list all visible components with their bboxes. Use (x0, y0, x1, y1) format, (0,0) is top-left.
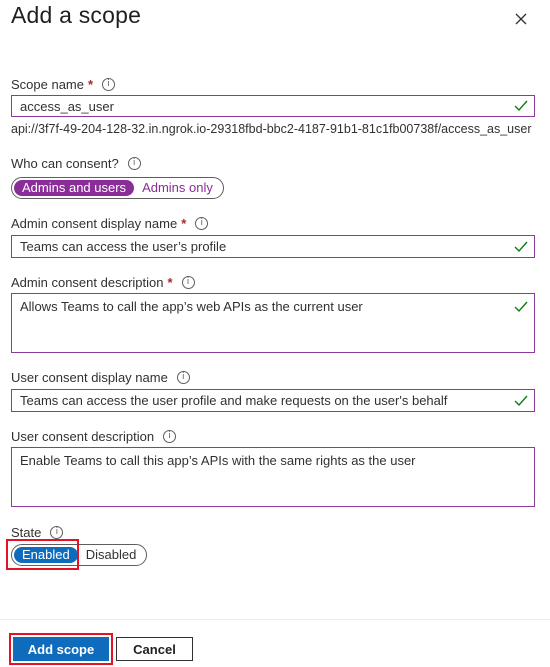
option-enabled[interactable]: Enabled (14, 547, 78, 563)
close-button[interactable] (508, 6, 534, 32)
checkmark-icon (514, 395, 528, 407)
add-scope-panel: Add a scope Scope name * i api://3f7f-49… (0, 0, 550, 667)
info-icon[interactable]: i (102, 78, 116, 91)
user-display-name-input[interactable] (12, 390, 505, 411)
info-icon[interactable]: i (163, 430, 177, 443)
scope-name-label: Scope name * i (11, 77, 116, 92)
info-icon[interactable]: i (176, 371, 190, 384)
required-marker: * (167, 275, 173, 290)
option-admins-only[interactable]: Admins only (134, 180, 221, 196)
checkmark-icon (514, 241, 528, 253)
admin-display-name-field[interactable] (11, 235, 535, 258)
admin-description-textarea[interactable]: Allows Teams to call the app’s web APIs … (12, 294, 505, 351)
footer-divider (0, 619, 550, 620)
checkmark-icon (514, 100, 528, 112)
user-description-field[interactable]: Enable Teams to call this app’s APIs wit… (11, 447, 535, 507)
checkmark-icon (514, 301, 528, 313)
state-toggle: Enabled Disabled (11, 544, 148, 566)
admin-display-name-label: Admin consent display name * i (11, 216, 209, 231)
close-icon (515, 13, 527, 25)
info-icon[interactable]: i (181, 276, 195, 289)
user-description-textarea[interactable]: Enable Teams to call this app’s APIs wit… (12, 448, 530, 505)
info-icon[interactable]: i (195, 217, 209, 230)
application-id-uri-hint: api://3f7f-49-204-128-32.in.ngrok.io-293… (11, 122, 532, 136)
required-marker: * (88, 77, 94, 92)
admin-description-label: Admin consent description * i (11, 275, 195, 290)
user-display-name-label: User consent display name i (11, 370, 190, 385)
required-marker: * (181, 216, 187, 231)
info-icon[interactable]: i (50, 526, 64, 539)
scope-name-field[interactable] (11, 95, 535, 117)
who-can-consent-label: Who can consent? i (11, 156, 141, 171)
info-icon[interactable]: i (127, 157, 141, 170)
add-scope-button[interactable]: Add scope (13, 637, 109, 661)
state-label: State i (11, 525, 64, 540)
admin-description-field[interactable]: Allows Teams to call the app’s web APIs … (11, 293, 535, 353)
user-description-label: User consent description i (11, 429, 177, 444)
user-display-name-field[interactable] (11, 389, 535, 412)
panel-title: Add a scope (11, 2, 142, 28)
cancel-button[interactable]: Cancel (116, 637, 193, 661)
scope-name-input[interactable] (12, 96, 505, 116)
option-disabled[interactable]: Disabled (78, 547, 145, 563)
option-admins-and-users[interactable]: Admins and users (14, 180, 135, 196)
who-can-consent-toggle: Admins and users Admins only (11, 177, 224, 199)
admin-display-name-input[interactable] (12, 236, 505, 257)
